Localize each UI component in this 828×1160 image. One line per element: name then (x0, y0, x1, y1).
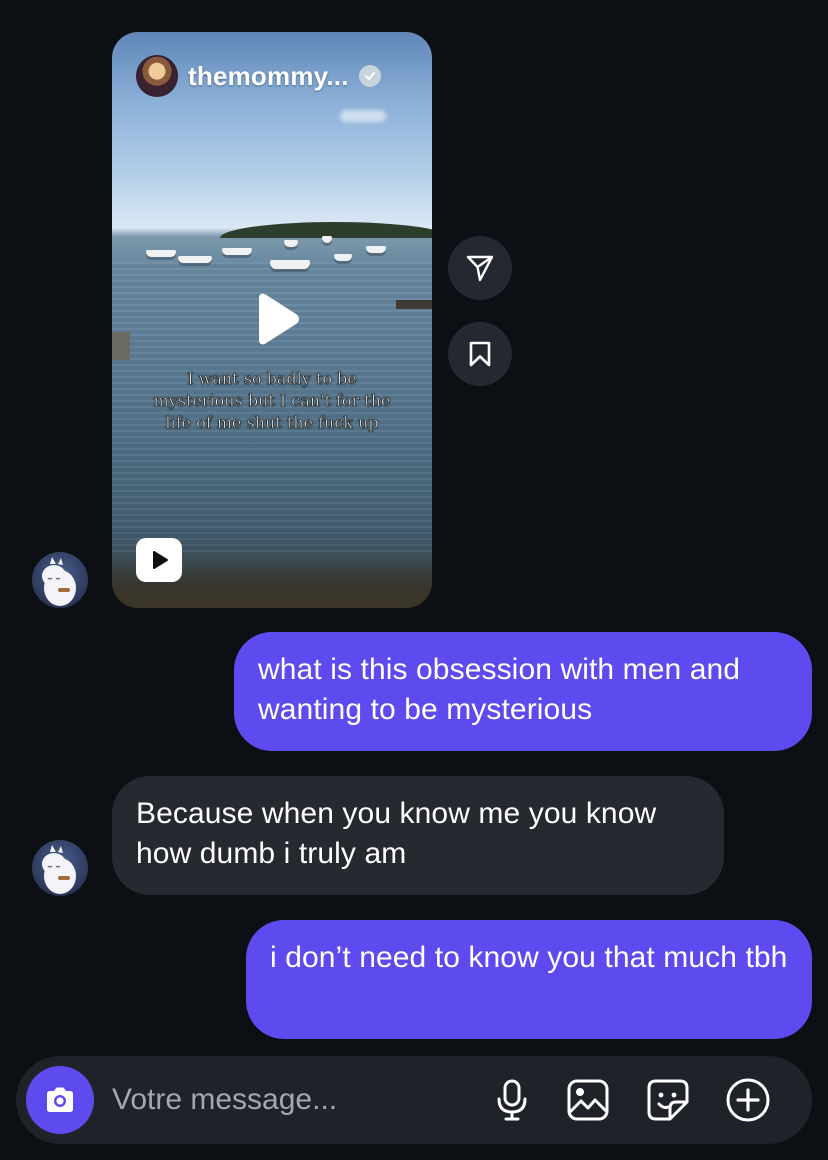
add-icon[interactable] (722, 1074, 774, 1126)
message-text: Because when you know me you know how du… (136, 797, 657, 870)
bookmark-icon[interactable] (448, 322, 512, 386)
image-icon[interactable] (562, 1074, 614, 1126)
left-pier (112, 332, 130, 360)
reel-caption: I want so badly to be mysterious but I c… (153, 369, 391, 433)
boat (178, 256, 212, 263)
reel-author-avatar[interactable] (136, 55, 178, 97)
sky-cloud (340, 110, 386, 122)
message-bubble-received[interactable]: Because when you know me you know how du… (112, 776, 724, 895)
boat (284, 240, 298, 247)
message-input[interactable] (112, 1078, 472, 1122)
reel-author-username[interactable]: themommy... (188, 61, 349, 92)
reels-icon (136, 538, 182, 582)
send-icon[interactable] (448, 236, 512, 300)
camera-icon[interactable] (26, 1066, 94, 1134)
message-bubble-sent[interactable]: what is this obsession with men and want… (234, 632, 812, 751)
boat (270, 260, 310, 269)
message-text: i don’t need to know you that much tbh (270, 941, 788, 974)
boat (222, 248, 252, 255)
message-composer (16, 1056, 812, 1144)
boat (334, 254, 352, 261)
sticker-icon[interactable] (642, 1074, 694, 1126)
shared-reel-card[interactable]: themommy... I want so badly to be myster… (112, 32, 432, 608)
boat (322, 236, 332, 243)
boat (366, 246, 386, 253)
message-bubble-sent[interactable]: i don’t need to know you that much tbh (246, 920, 812, 1039)
reel-header[interactable]: themommy... (136, 55, 381, 97)
contact-avatar[interactable] (32, 840, 88, 896)
boat (146, 250, 176, 257)
verified-badge-icon (358, 65, 381, 87)
right-dock (396, 300, 432, 309)
microphone-icon[interactable] (486, 1074, 538, 1126)
play-icon[interactable] (247, 292, 301, 346)
contact-avatar[interactable] (32, 552, 88, 608)
message-text: what is this obsession with men and want… (258, 653, 741, 726)
